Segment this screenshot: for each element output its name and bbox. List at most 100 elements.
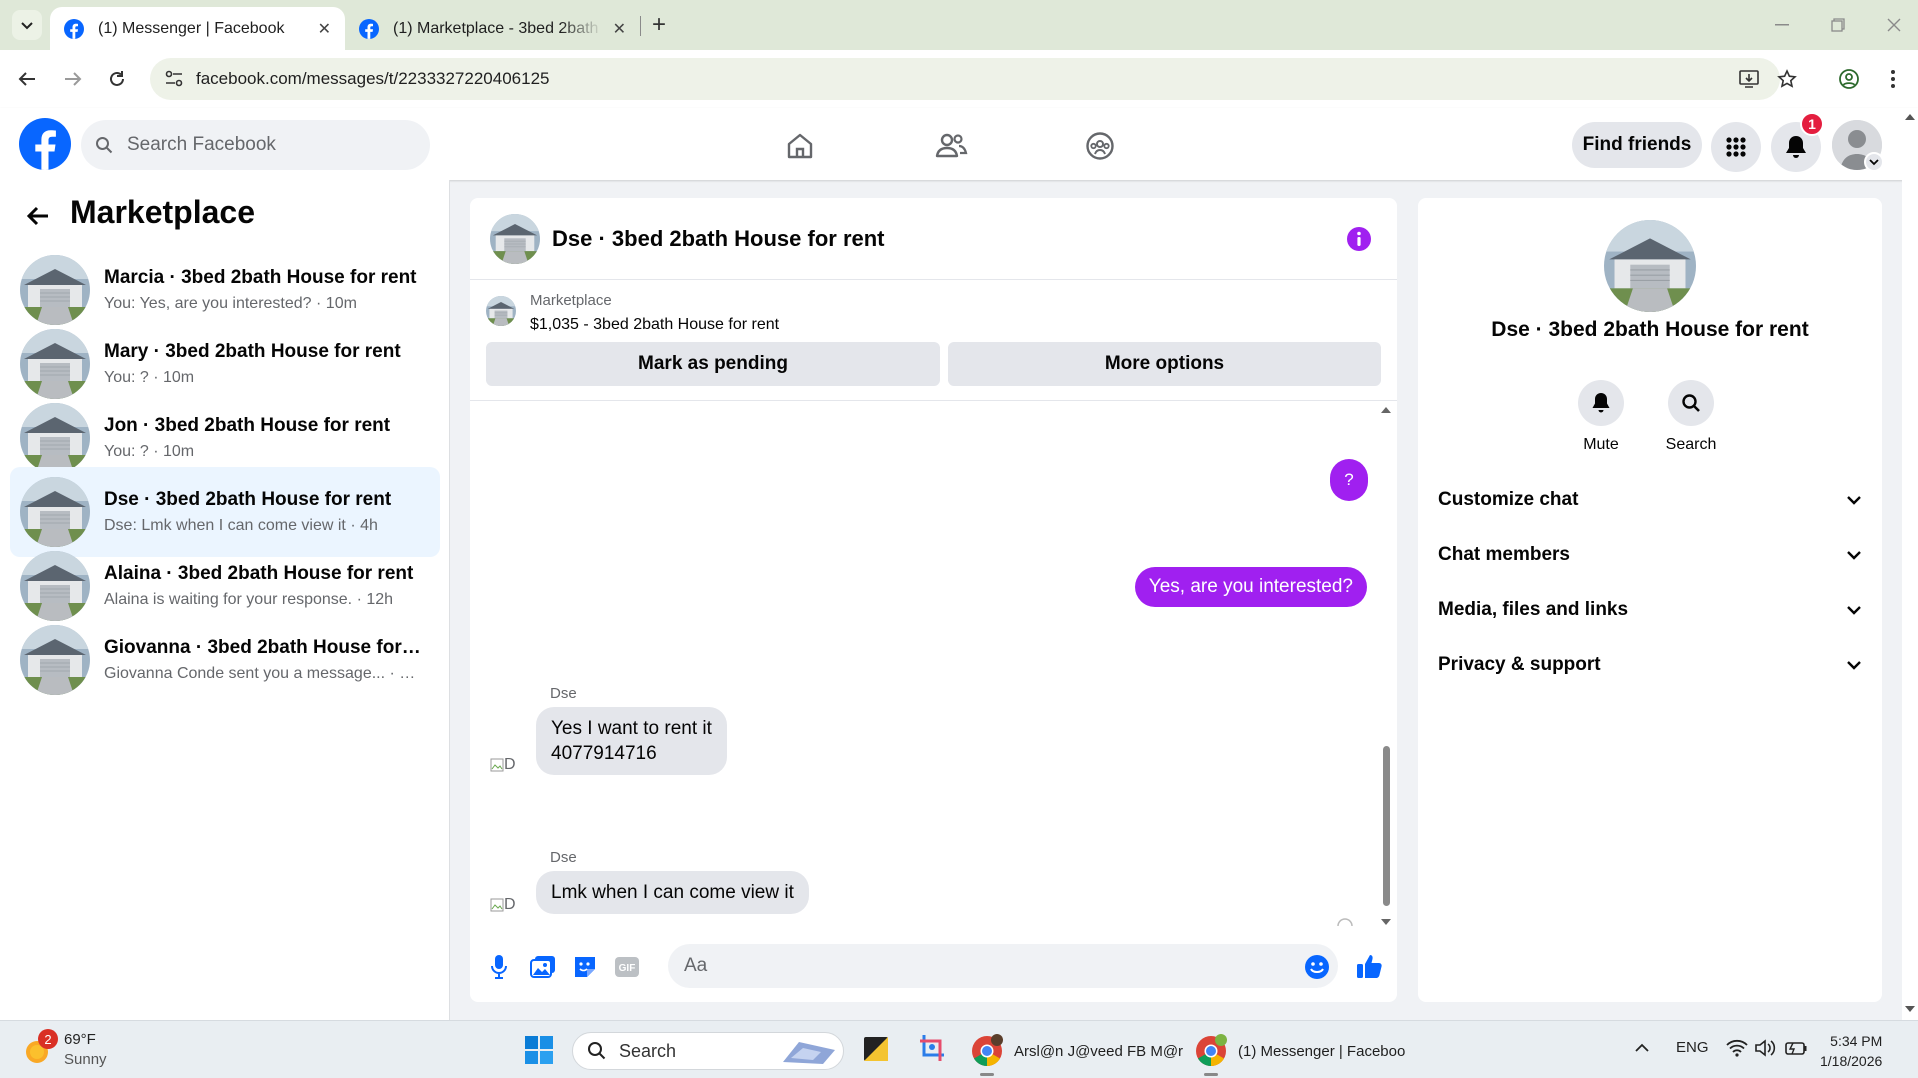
listing-title[interactable]: $1,035 - 3bed 2bath House for rent — [530, 316, 779, 334]
sender-avatar-broken-image[interactable]: D — [490, 753, 526, 777]
info-section-customize-chat[interactable]: Customize chat — [1438, 478, 1862, 522]
tray-overflow-chevron-icon[interactable] — [1634, 1041, 1650, 1053]
search-in-conversation-button[interactable]: Search — [1646, 380, 1736, 454]
weather-description[interactable]: Sunny — [64, 1051, 107, 1068]
chevron-down-icon — [1847, 606, 1861, 615]
conversation-name: Dse · 3bed 2bath House for rent — [104, 489, 392, 510]
outgoing-message-bubble[interactable]: ? — [1330, 459, 1368, 501]
conversation-text: Jon · 3bed 2bath House for rent You: ? · … — [104, 415, 424, 461]
conversation-avatar[interactable] — [1604, 220, 1696, 312]
back-arrow-icon[interactable] — [14, 66, 40, 92]
tab-marketplace[interactable]: (1) Marketplace - 3bed 2bath H ✕ — [345, 7, 640, 50]
facebook-logo-icon[interactable] — [19, 118, 71, 170]
conversation-name: Alaina · 3bed 2bath House for rent — [104, 563, 414, 584]
find-friends-button[interactable]: Find friends — [1572, 122, 1702, 168]
address-bar[interactable]: facebook.com/messages/t/2233327220406125 — [150, 58, 1780, 100]
microphone-icon[interactable] — [484, 952, 514, 982]
house-photo — [486, 296, 516, 326]
svg-text:GIF: GIF — [619, 963, 636, 974]
conversation-avatar — [20, 551, 90, 621]
restore-icon[interactable] — [1818, 12, 1858, 38]
incoming-message-bubble[interactable]: Yes I want to rent it 4077914716 — [536, 707, 727, 775]
profile-icon[interactable] — [1836, 66, 1862, 92]
conversation-text: Giovanna · 3bed 2bath House for r... Giov… — [104, 637, 424, 683]
chat-panel: Dse · 3bed 2bath House for rent Marketpl… — [470, 198, 1397, 1002]
bookmark-star-icon[interactable] — [1774, 66, 1800, 92]
taskbar-app-chrome-2[interactable]: (1) Messenger | Faceboo — [1194, 1033, 1405, 1069]
snipping-tool-icon[interactable] — [918, 1033, 948, 1063]
listing-label: Marketplace — [530, 292, 612, 309]
windows-start-icon[interactable] — [524, 1035, 554, 1065]
search-icon — [96, 137, 113, 154]
outgoing-message-bubble[interactable]: Yes, are you interested? — [1134, 567, 1367, 607]
gif-icon[interactable]: GIF — [612, 952, 642, 982]
message-thread[interactable]: ? Yes, are you interested? Dse D Yes I w… — [470, 400, 1397, 930]
reload-icon[interactable] — [104, 66, 130, 92]
tab-messenger[interactable]: (1) Messenger | Facebook ✕ — [50, 7, 345, 50]
groups-icon[interactable] — [1080, 126, 1120, 166]
message-input[interactable]: Aa — [668, 944, 1338, 988]
browser-toolbar: facebook.com/messages/t/2233327220406125 — [0, 50, 1918, 108]
info-section-chat-members[interactable]: Chat members — [1438, 533, 1862, 577]
chrome-icon — [972, 1034, 1003, 1066]
photo-attach-icon[interactable] — [528, 952, 558, 982]
url-text: facebook.com/messages/t/2233327220406125 — [196, 69, 550, 88]
wifi-icon[interactable] — [1726, 1039, 1748, 1057]
close-tab-icon[interactable]: ✕ — [318, 19, 331, 39]
site-settings-icon[interactable] — [164, 70, 184, 88]
taskbar-search-box[interactable]: Search — [572, 1032, 844, 1070]
page-scrollbar[interactable] — [1902, 108, 1918, 1020]
close-window-icon[interactable] — [1874, 12, 1914, 38]
sender-avatar-broken-image[interactable]: D — [490, 893, 526, 917]
new-tab-plus-icon[interactable]: + — [652, 13, 666, 37]
home-icon[interactable] — [780, 126, 820, 166]
listing-thumbnail[interactable] — [486, 296, 516, 326]
system-clock[interactable]: 5:34 PM 1/18/2026 — [1820, 1031, 1882, 1071]
chat-info-panel: Dse · 3bed 2bath House for rent Mute Sea… — [1418, 198, 1882, 1002]
chrome-menu-icon[interactable] — [1880, 66, 1906, 92]
mark-as-pending-button[interactable]: Mark as pending — [486, 342, 940, 386]
like-thumbs-up-icon[interactable] — [1356, 952, 1384, 980]
forward-arrow-icon[interactable] — [60, 66, 86, 92]
section-label: Customize chat — [1438, 489, 1579, 510]
close-tab-icon[interactable]: ✕ — [613, 19, 626, 39]
weather-alert-badge: 2 — [38, 1029, 58, 1049]
message-scrollbar[interactable] — [1379, 401, 1393, 931]
facebook-favicon-icon — [64, 18, 84, 39]
section-label: Chat members — [1438, 544, 1570, 565]
back-arrow-icon[interactable] — [24, 202, 52, 230]
battery-icon[interactable] — [1784, 1039, 1808, 1057]
tab-search-button[interactable] — [12, 10, 42, 40]
mute-label: Mute — [1583, 436, 1619, 453]
facebook-search-input[interactable]: Search Facebook — [81, 120, 430, 170]
emoji-icon[interactable] — [1304, 954, 1330, 980]
friends-icon[interactable] — [931, 126, 971, 166]
info-section-media-files-and-links[interactable]: Media, files and links — [1438, 588, 1862, 632]
conversation-item[interactable]: Giovanna · 3bed 2bath House for r... Giov… — [10, 615, 440, 705]
chat-title[interactable]: Dse · 3bed 2bath House for rent — [552, 226, 885, 252]
house-photo — [20, 255, 90, 325]
marketplace-heading: Marketplace — [70, 194, 255, 230]
sticky-notes-icon[interactable] — [862, 1035, 890, 1063]
info-section-privacy-support[interactable]: Privacy & support — [1438, 643, 1862, 687]
more-options-button[interactable]: More options — [948, 342, 1381, 386]
chat-avatar[interactable] — [490, 214, 540, 264]
language-indicator[interactable]: ENG — [1676, 1039, 1709, 1056]
volume-icon[interactable] — [1754, 1039, 1776, 1057]
message-line: 4077914716 — [551, 743, 657, 764]
info-icon[interactable] — [1346, 226, 1372, 252]
taskbar-app-label: Arsl@n J@veed FB M@r — [1014, 1042, 1184, 1060]
menu-grid-icon[interactable] — [1711, 122, 1761, 172]
weather-temperature[interactable]: 69°F — [64, 1031, 96, 1048]
install-app-icon[interactable] — [1738, 68, 1760, 90]
mute-button[interactable]: Mute — [1556, 380, 1646, 454]
taskbar-app-chrome-1[interactable]: Arsl@n J@veed FB M@r — [970, 1033, 1183, 1069]
account-chevron-icon[interactable] — [1864, 152, 1884, 172]
facebook-header: Search Facebook Find friends 1 — [0, 108, 1918, 180]
running-indicator — [1204, 1073, 1218, 1076]
conversation-preview: Alaina is waiting for your response. · 1… — [104, 591, 394, 608]
sticker-icon[interactable] — [570, 952, 600, 982]
incoming-message-bubble[interactable]: Lmk when I can come view it — [536, 871, 809, 914]
taskbar-search-label: Search — [619, 1040, 677, 1061]
minimize-icon[interactable] — [1762, 12, 1802, 38]
